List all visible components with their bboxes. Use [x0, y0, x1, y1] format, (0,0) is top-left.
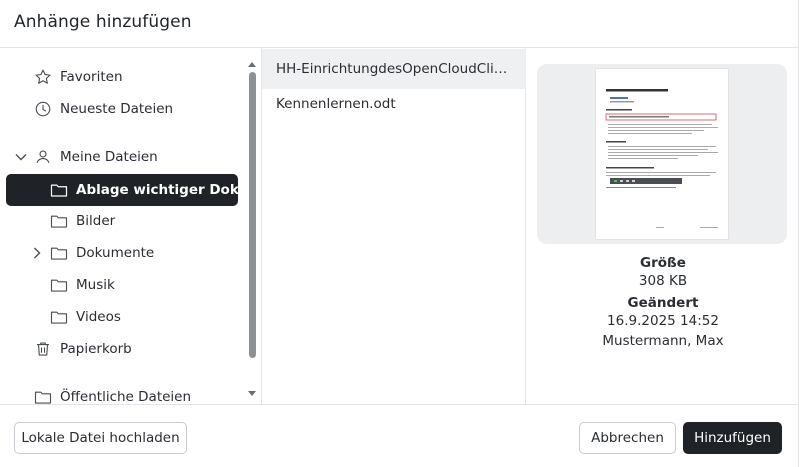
sidebar-item-musik[interactable]: Musik [0, 269, 240, 301]
scroll-down-arrow[interactable] [246, 388, 258, 400]
sidebar-item-label: Favoriten [60, 69, 123, 85]
sidebar-item-label: Musik [76, 277, 115, 293]
sidebar-item-bilder[interactable]: Bilder [0, 205, 240, 237]
modified-value: 16.9.2025 14:52 [607, 313, 719, 329]
sidebar-item-label: Öffentliche Dateien [60, 389, 192, 404]
dialog-title: Anhänge hinzufügen [14, 12, 192, 32]
clock-icon [33, 99, 53, 119]
upload-local-file-button[interactable]: Lokale Datei hochladen [14, 422, 187, 454]
file-row[interactable]: HH-EinrichtungdesOpenCloudClient... [262, 49, 526, 89]
dialog-header: Anhänge hinzufügen [0, 0, 799, 48]
folder-icon [33, 387, 53, 404]
star-icon [33, 67, 53, 87]
document-preview-image [596, 69, 728, 239]
sidebar-item-public-files[interactable]: Öffentliche Dateien [0, 381, 240, 404]
sidebar-item-label: Neueste Dateien [60, 101, 174, 117]
cancel-button[interactable]: Abbrechen [579, 422, 676, 454]
sidebar-item-label: Ablage wichtiger Doku... [76, 182, 262, 198]
sidebar-item-trash[interactable]: Papierkorb [0, 333, 240, 365]
scrollbar-thumb[interactable] [249, 72, 256, 358]
folder-icon [49, 180, 69, 200]
folder-icon [49, 211, 69, 231]
size-value: 308 KB [638, 273, 688, 289]
scroll-up-arrow[interactable] [246, 58, 258, 70]
sidebar-item-label: Dokumente [76, 245, 155, 261]
sidebar-item-favorites[interactable]: Favoriten [0, 61, 240, 93]
modified-by: Mustermann, Max [602, 333, 724, 349]
file-row[interactable]: Kennenlernen.odt [262, 84, 526, 124]
sidebar-item-label: Bilder [76, 213, 116, 229]
file-name: Kennenlernen.odt [276, 96, 396, 112]
file-name: HH-EinrichtungdesOpenCloudClient... [276, 61, 514, 77]
sidebar-item-label: Papierkorb [60, 341, 132, 357]
sidebar-item-my-files[interactable]: Meine Dateien [0, 141, 240, 173]
dialog-footer: Lokale Datei hochladen Abbrechen Hinzufü… [0, 404, 799, 467]
folder-icon [49, 243, 69, 263]
attach-dialog: Anhänge hinzufügen Favoriten Neueste Dat… [0, 0, 799, 467]
file-list: HH-EinrichtungdesOpenCloudClient... Kenn… [262, 48, 526, 404]
chevron-right-icon[interactable] [30, 246, 44, 260]
sidebar-item-recent[interactable]: Neueste Dateien [0, 93, 240, 125]
sidebar-item-ablage[interactable]: Ablage wichtiger Doku... [6, 174, 261, 206]
sidebar-item-dokumente[interactable]: Dokumente [0, 237, 240, 269]
add-button[interactable]: Hinzufügen [683, 422, 782, 454]
chevron-down-icon[interactable] [14, 150, 28, 164]
sidebar-item-label: Videos [76, 309, 121, 325]
folder-icon [49, 307, 69, 327]
sidebar-item-label: Meine Dateien [60, 149, 158, 165]
folder-icon [49, 275, 69, 295]
size-label: Größe [640, 255, 686, 271]
preview-panel: Größe 308 KB Geändert 16.9.2025 14:52 Mu… [527, 48, 799, 404]
trash-icon [33, 339, 53, 359]
modified-label: Geändert [627, 295, 699, 311]
user-icon [33, 147, 53, 167]
sidebar-item-videos[interactable]: Videos [0, 301, 240, 333]
preview-thumbnail [537, 64, 787, 244]
sidebar: Favoriten Neueste Dateien Meine Dateien … [0, 48, 262, 404]
